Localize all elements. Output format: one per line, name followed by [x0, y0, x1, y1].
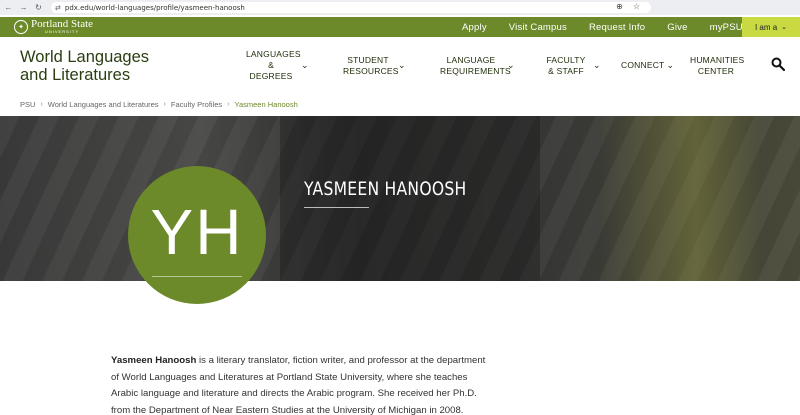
search-icon[interactable]	[771, 57, 785, 71]
nav-language-requirements[interactable]: Language Requirements ⌄	[440, 37, 515, 94]
browser-toolbar: ← → ↻ ⇄ pdx.edu/world-languages/profile/…	[0, 0, 800, 15]
chevron-down-icon: ⌄	[398, 60, 406, 70]
title-divider	[304, 207, 369, 208]
url-text: pdx.edu/world-languages/profile/yasmeen-…	[64, 3, 245, 12]
zoom-icon[interactable]: ⊕	[616, 2, 623, 11]
psu-seal-icon: ✦	[14, 19, 28, 34]
forward-icon[interactable]: →	[17, 1, 30, 14]
nav-label: Faculty & Staff	[546, 54, 586, 76]
back-icon[interactable]: ←	[2, 1, 15, 14]
apply-link[interactable]: Apply	[462, 22, 487, 33]
nav-label: Student Resources	[343, 54, 399, 76]
avatar-initials: YH	[150, 196, 244, 268]
psu-logo[interactable]: ✦ Portland State UNIVERSITY	[14, 19, 93, 34]
breadcrumb-psu[interactable]: PSU	[20, 100, 35, 109]
chevron-down-icon: ⌄	[301, 60, 309, 70]
avatar: YH	[128, 166, 266, 304]
profile-bio: Yasmeen Hanoosh is a literary translator…	[111, 353, 491, 415]
visit-campus-link[interactable]: Visit Campus	[509, 22, 567, 33]
reload-icon[interactable]: ↻	[32, 1, 45, 14]
chevron-down-icon: ⌄	[507, 60, 515, 70]
nav-label: Humanities Center	[690, 54, 745, 76]
nav-faculty-staff[interactable]: Faculty & Staff ⌄	[544, 37, 601, 94]
site-info-icon[interactable]: ⇄	[55, 4, 61, 12]
breadcrumb-current: Yasmeen Hanoosh	[234, 99, 298, 109]
nav-humanities-center[interactable]: Humanities Center	[690, 37, 745, 94]
profile-name: Yasmeen Hanoosh	[304, 178, 467, 200]
breadcrumb-department[interactable]: World Languages and Literatures	[48, 100, 159, 109]
i-am-a-dropdown[interactable]: I am a ⌄	[742, 17, 800, 37]
breadcrumb-separator: ›	[40, 100, 43, 108]
i-am-a-label: I am a	[754, 22, 778, 32]
request-info-link[interactable]: Request Info	[589, 22, 645, 33]
avatar-divider	[152, 276, 242, 277]
site-title[interactable]: World Languages and Literatures	[20, 48, 180, 84]
main-navigation: World Languages and Literatures Language…	[0, 37, 800, 94]
mypsu-link[interactable]: myPSU	[710, 22, 743, 33]
breadcrumb: PSU › World Languages and Literatures › …	[20, 98, 298, 110]
profile-hero: Yasmeen Hanoosh	[0, 116, 800, 281]
nav-label: Language Requirements	[440, 54, 511, 76]
nav-student-resources[interactable]: Student Resources ⌄	[343, 37, 406, 94]
breadcrumb-separator: ›	[227, 100, 230, 108]
utility-links: Apply Visit Campus Request Info Give myP…	[462, 17, 765, 37]
nav-connect[interactable]: Connect ⌄	[621, 37, 674, 94]
address-bar[interactable]: ⇄ pdx.edu/world-languages/profile/yasmee…	[51, 2, 651, 13]
breadcrumb-faculty-profiles[interactable]: Faculty Profiles	[171, 100, 222, 109]
bookmark-star-icon[interactable]: ☆	[633, 2, 640, 11]
give-link[interactable]: Give	[667, 22, 687, 33]
utility-bar: ✦ Portland State UNIVERSITY Apply Visit …	[0, 17, 800, 37]
nav-languages-degrees[interactable]: Languages & Degrees ⌄	[246, 37, 309, 94]
nav-label: Languages & Degrees	[246, 49, 301, 81]
logo-subtitle: UNIVERSITY	[45, 29, 80, 34]
breadcrumb-separator: ›	[163, 100, 166, 108]
chevron-down-icon: ⌄	[781, 24, 788, 31]
nav-label: Connect	[621, 60, 665, 70]
hero-glow	[600, 116, 760, 281]
chevron-down-icon: ⌄	[593, 60, 601, 70]
chevron-down-icon: ⌄	[666, 60, 674, 70]
bio-name: Yasmeen Hanoosh	[111, 355, 197, 366]
